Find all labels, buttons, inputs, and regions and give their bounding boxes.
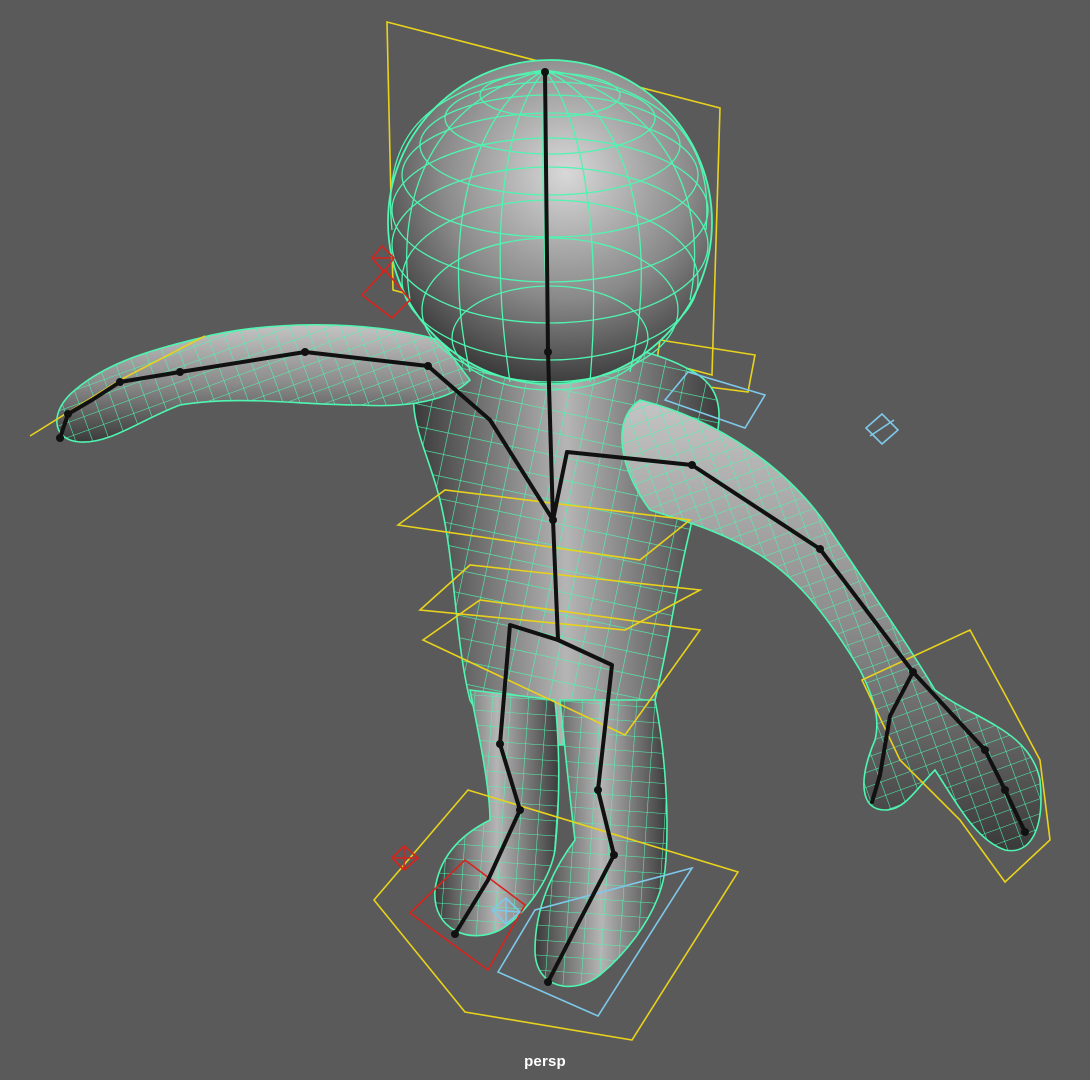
left-leg-mesh[interactable]: [434, 689, 560, 937]
scene-canvas[interactable]: [0, 0, 1090, 1080]
torso-mesh[interactable]: [413, 337, 720, 746]
pole-vector-red-2[interactable]: [390, 844, 420, 872]
camera-name-label: persp: [524, 1053, 566, 1070]
right-arm-mesh[interactable]: [621, 399, 1042, 852]
pole-vector-blue-1[interactable]: [864, 412, 900, 446]
perspective-viewport[interactable]: persp: [0, 0, 1090, 1080]
